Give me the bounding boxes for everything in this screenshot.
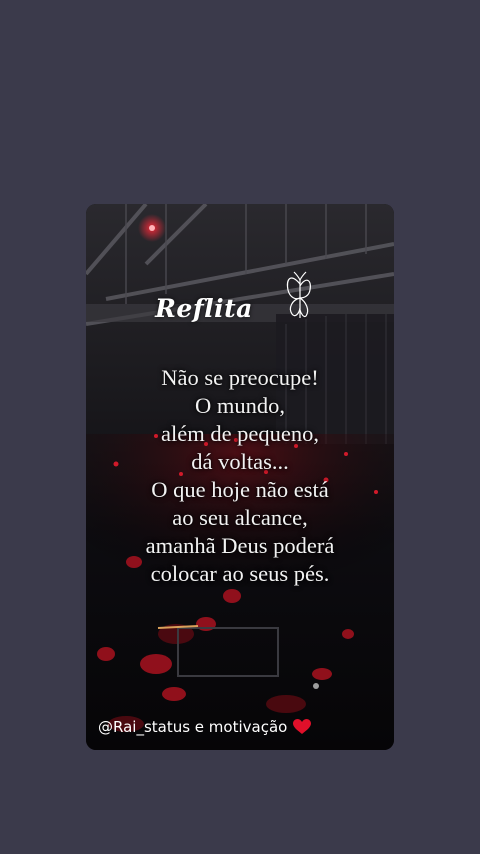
quote-line: Não se preocupe!	[161, 365, 319, 390]
quote-line: além de pequeno,	[160, 421, 320, 446]
watermark-text: @Rai_status e motivação	[98, 718, 288, 736]
quote-line: O que hoje não está	[151, 477, 329, 502]
quote-line: O mundo,	[195, 393, 285, 418]
title-area: Reflita	[86, 268, 394, 328]
butterfly-icon	[286, 271, 311, 318]
quote-text: Não se preocupe! O mundo, além de pequen…	[86, 364, 394, 588]
heart-icon	[293, 719, 312, 734]
post-title: Reflita	[155, 294, 253, 323]
status-card[interactable]: Reflita Não se preocupe! O mundo, além d…	[86, 204, 394, 750]
watermark: @Rai_status e motivação	[98, 716, 312, 738]
quote-line: ao seu alcance,	[172, 505, 308, 530]
quote-line: dá voltas...	[191, 449, 289, 474]
page: Reflita Não se preocupe! O mundo, além d…	[0, 0, 480, 854]
quote-line: amanhã Deus poderá	[145, 533, 335, 558]
quote-line: colocar ao seus pés.	[150, 561, 330, 586]
